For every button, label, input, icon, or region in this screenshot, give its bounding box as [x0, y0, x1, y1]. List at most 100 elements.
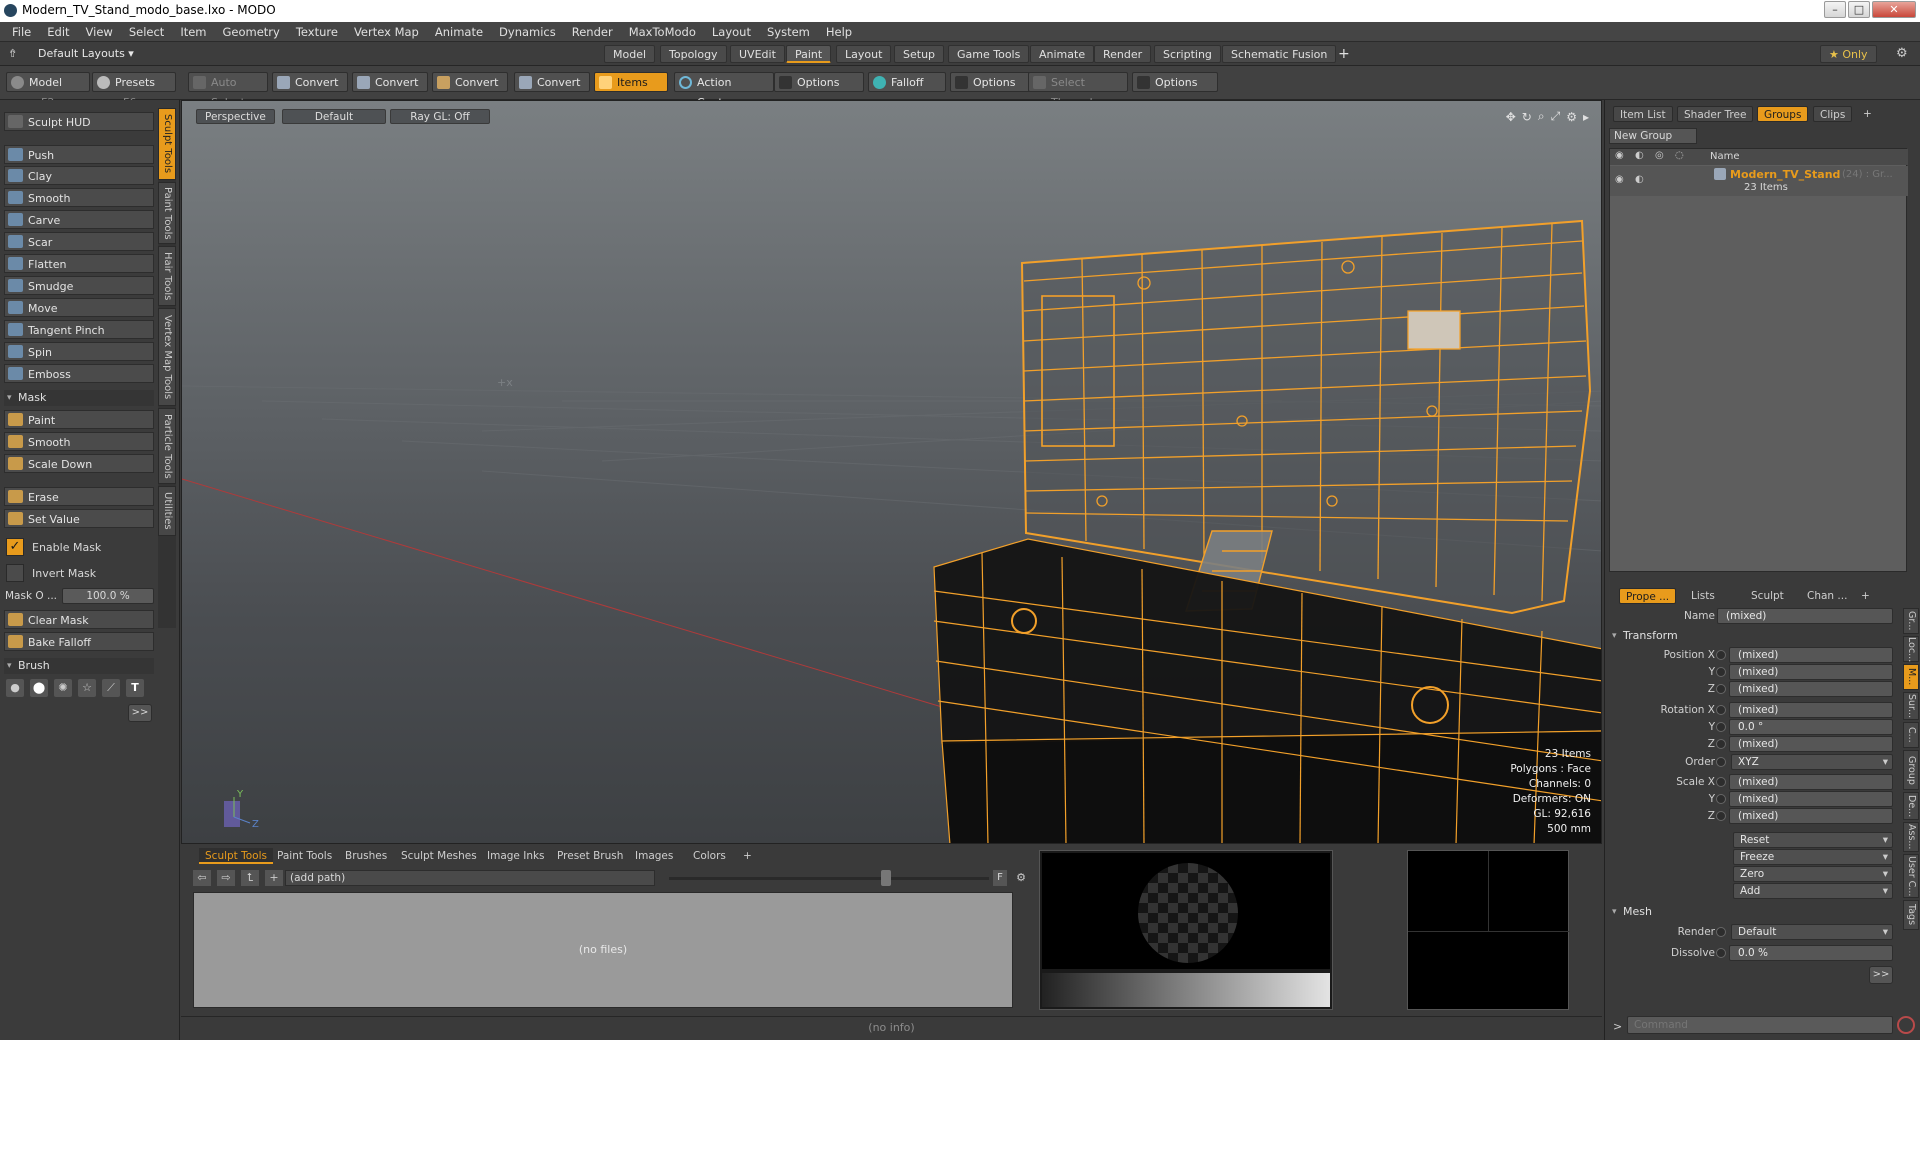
parent-folder-icon[interactable]: ⮤ [241, 870, 259, 886]
splat-brush-icon[interactable]: ✺ [54, 679, 72, 697]
action-center-button[interactable]: Action Center [674, 72, 774, 109]
rotation-x-field[interactable]: (mixed) [1729, 702, 1893, 718]
scale-y-key[interactable] [1716, 794, 1726, 804]
set-value-button[interactable]: Set Value [4, 509, 154, 528]
reset-dropdown[interactable]: Reset [1733, 832, 1893, 848]
clear-mask-button[interactable]: Clear Mask [4, 610, 154, 629]
scale-z-field[interactable]: (mixed) [1729, 808, 1893, 824]
tab-uvedit[interactable]: UVEdit [730, 45, 785, 63]
tool-carve[interactable]: Carve [4, 210, 154, 229]
btab-add[interactable]: + [737, 848, 758, 864]
btab-images[interactable]: Images [629, 848, 679, 864]
rotation-x-key[interactable] [1716, 705, 1726, 715]
vtab-paint-tools[interactable]: Paint Tools [158, 182, 176, 244]
convert-vertices-button[interactable]: Convert [272, 72, 348, 92]
hard-brush-icon[interactable]: ⬤ [30, 679, 48, 697]
tool-emboss[interactable]: Emboss [4, 364, 154, 383]
only-toggle[interactable]: ★ Only [1820, 45, 1877, 63]
tool-tangent-pinch[interactable]: Tangent Pinch [4, 320, 154, 339]
btab-sculpt-tools[interactable]: Sculpt Tools [199, 848, 273, 864]
menu-view[interactable]: View [78, 22, 121, 42]
convert-edges-button[interactable]: Convert [352, 72, 428, 92]
tool-clay[interactable]: Clay [4, 166, 154, 185]
tab-render[interactable]: Render [1094, 45, 1152, 63]
dissolve-key[interactable] [1716, 948, 1726, 958]
file-browser-area[interactable]: (no files) [193, 892, 1013, 1008]
filter-icon[interactable]: F [993, 870, 1007, 886]
menu-vertex-map[interactable]: Vertex Map [346, 22, 427, 42]
tab-layout[interactable]: Layout [836, 45, 892, 63]
btab-colors[interactable]: Colors [687, 848, 732, 864]
rtab-groups[interactable]: Groups [1757, 106, 1809, 122]
minimize-button[interactable]: – [1824, 1, 1846, 18]
text-brush-icon[interactable]: T [126, 679, 144, 697]
menu-item[interactable]: Item [172, 22, 214, 42]
menu-dynamics[interactable]: Dynamics [491, 22, 564, 42]
side-tab-surface[interactable]: Sur... [1903, 692, 1919, 720]
position-y-key[interactable] [1716, 667, 1726, 677]
falloff-options-button[interactable]: Options [950, 72, 1030, 92]
move-view-icon[interactable]: ✥ [1506, 110, 1516, 124]
erase-button[interactable]: Erase [4, 487, 154, 506]
side-tab-mesh[interactable]: M... [1903, 664, 1919, 690]
btab-paint-tools[interactable]: Paint Tools [271, 848, 338, 864]
tool-push[interactable]: Push [4, 145, 154, 164]
3d-viewport[interactable]: +x Y Z Perspective Default Ray GL: Off ✥… [181, 100, 1602, 844]
position-y-field[interactable]: (mixed) [1729, 664, 1893, 680]
items-mode-button[interactable]: Items [594, 72, 668, 92]
scale-x-key[interactable] [1716, 777, 1726, 787]
new-group-button[interactable]: New Group [1609, 128, 1697, 144]
menu-system[interactable]: System [759, 22, 818, 42]
forward-arrow-icon[interactable]: ⇨ [217, 870, 235, 886]
tab-topology[interactable]: Topology [660, 45, 727, 63]
more-properties-button[interactable]: >> [1869, 966, 1893, 984]
scale-z-key[interactable] [1716, 811, 1726, 821]
action-center-options-button[interactable]: Options [774, 72, 864, 92]
tab-animate[interactable]: Animate [1030, 45, 1095, 63]
slider-handle[interactable] [881, 870, 891, 886]
browser-gear-icon[interactable]: ⚙ [1013, 870, 1029, 886]
order-dropdown[interactable]: XYZ [1731, 754, 1893, 770]
menu-help[interactable]: Help [818, 22, 860, 42]
render-key[interactable] [1716, 927, 1726, 937]
side-tab-group[interactable]: Gr... [1903, 608, 1919, 634]
mask-scale-down-button[interactable]: Scale Down [4, 454, 154, 473]
auto-select-button[interactable]: Auto Select [188, 72, 268, 109]
position-x-field[interactable]: (mixed) [1729, 647, 1893, 663]
ptab-sculpt[interactable]: Sculpt [1745, 588, 1790, 604]
menu-maxtomodo[interactable]: MaxToModo [621, 22, 704, 42]
vtab-hair-tools[interactable]: Hair Tools [158, 246, 176, 306]
select-through-button[interactable]: Select Through [1028, 72, 1128, 109]
mask-opacity-field[interactable]: 100.0 % [62, 588, 154, 604]
render-dropdown[interactable]: Default [1731, 924, 1893, 940]
tool-smooth[interactable]: Smooth [4, 188, 154, 207]
freeze-dropdown[interactable]: Freeze [1733, 849, 1893, 865]
side-tab-user-channels[interactable]: User C... [1903, 854, 1919, 898]
rtab-add[interactable]: + [1857, 106, 1878, 122]
zero-dropdown[interactable]: Zero [1733, 866, 1893, 882]
vtab-sculpt-tools[interactable]: Sculpt Tools [158, 108, 176, 180]
order-key[interactable] [1716, 757, 1726, 767]
menu-render[interactable]: Render [564, 22, 621, 42]
default-layouts-dropdown[interactable]: Default Layouts ▾ [38, 47, 134, 60]
menu-animate[interactable]: Animate [427, 22, 491, 42]
eye-icon[interactable]: ◉ [1615, 174, 1624, 185]
side-tab-tags[interactable]: Tags [1903, 900, 1919, 930]
bake-falloff-button[interactable]: Bake Falloff [4, 632, 154, 651]
rtab-clips[interactable]: Clips [1813, 106, 1853, 122]
close-button[interactable]: ✕ [1872, 1, 1916, 18]
tool-flatten[interactable]: Flatten [4, 254, 154, 273]
ptab-add[interactable]: + [1855, 588, 1876, 604]
back-arrow-icon[interactable]: ⇦ [193, 870, 211, 886]
tab-game-tools[interactable]: Game Tools [948, 45, 1030, 63]
btab-preset-brush[interactable]: Preset Brush [551, 848, 629, 864]
raygl-toggle[interactable]: Ray GL: Off [390, 109, 490, 124]
side-tab-locator[interactable]: Loc... [1903, 636, 1919, 662]
mesh-section[interactable]: Mesh [1609, 904, 1899, 920]
scale-x-field[interactable]: (mixed) [1729, 774, 1893, 790]
tab-paint[interactable]: Paint [786, 45, 832, 63]
viewport-gear-icon[interactable]: ⚙ [1566, 110, 1577, 124]
viewport-menu-icon[interactable]: ▸ [1583, 110, 1589, 124]
procedural-brush-icon[interactable]: ⟋ [102, 679, 120, 697]
ptab-channels[interactable]: Chan ... [1801, 588, 1853, 604]
